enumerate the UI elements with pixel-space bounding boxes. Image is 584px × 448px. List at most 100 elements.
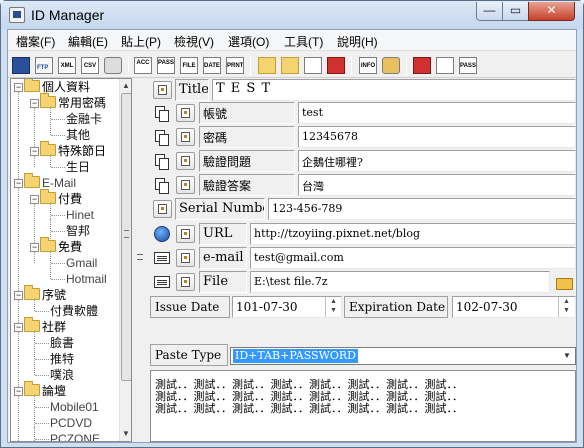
copy-icon[interactable] xyxy=(154,129,170,146)
new-item-icon[interactable] xyxy=(304,57,322,74)
file-list-icon[interactable] xyxy=(154,276,170,288)
tree-item[interactable]: 生日 xyxy=(66,159,90,175)
note-icon[interactable] xyxy=(436,57,454,74)
insert-question-icon[interactable] xyxy=(176,152,195,170)
print-icon[interactable] xyxy=(104,57,122,74)
date-icon[interactable]: DATE xyxy=(203,57,221,74)
url-field[interactable]: http://tzoyiing.pixnet.net/blog xyxy=(250,223,576,245)
maximize-button[interactable]: ▭ xyxy=(502,2,529,21)
scroll-down-arrow-icon[interactable]: ▼ xyxy=(122,429,130,438)
spin-down-icon[interactable]: ▼ xyxy=(326,306,341,315)
new-folder-icon[interactable] xyxy=(258,57,276,74)
serial-number-field[interactable]: 123-456-789 xyxy=(268,198,576,220)
spin-up-icon[interactable]: ▲ xyxy=(326,297,341,306)
chevron-down-icon[interactable]: ▼ xyxy=(560,349,574,363)
tree-folder[interactable]: 常用密碼 xyxy=(40,93,106,111)
spin-down-icon[interactable]: ▼ xyxy=(559,306,574,315)
menu-tools[interactable]: 工具(T) xyxy=(284,33,323,50)
password-field[interactable]: 12345678 xyxy=(298,126,576,148)
tree-item[interactable]: 智邦 xyxy=(66,223,90,239)
acc-list-icon[interactable]: ACC xyxy=(134,57,152,74)
pass-text-icon[interactable]: PASS xyxy=(459,57,477,74)
pass-list-icon[interactable]: PASS xyxy=(157,57,175,74)
window-icon[interactable] xyxy=(413,57,431,74)
tree-item[interactable]: PCDVD xyxy=(50,415,92,431)
copy-icon[interactable] xyxy=(154,153,170,170)
scroll-thumb[interactable] xyxy=(121,93,131,381)
tree-item[interactable]: Mobile01 xyxy=(50,399,99,415)
new-subfolder-icon[interactable] xyxy=(281,57,299,74)
tree-item[interactable]: 噗浪 xyxy=(50,367,74,383)
menu-paste[interactable]: 貼上(P) xyxy=(121,33,161,50)
pane-splitter[interactable] xyxy=(133,78,149,442)
tree-folder[interactable]: 論壇 xyxy=(24,381,66,399)
title-field[interactable]: T E S T xyxy=(212,79,576,101)
menu-view[interactable]: 檢視(V) xyxy=(174,33,214,50)
ftp-upload-icon[interactable]: FTP xyxy=(35,57,53,74)
insert-title-icon[interactable] xyxy=(153,81,172,99)
collapse-toggle[interactable]: − xyxy=(14,291,23,300)
expiration-date-spinner[interactable]: ▲ ▼ xyxy=(558,297,574,317)
security-question-field[interactable]: 企鵝住哪裡? xyxy=(298,150,576,172)
open-folder-icon[interactable] xyxy=(556,278,573,290)
tree-item[interactable]: Gmail xyxy=(66,255,97,271)
tree-item[interactable]: 付費軟體 xyxy=(50,303,98,319)
file-icon[interactable]: FILE xyxy=(180,57,198,74)
scroll-up-arrow-icon[interactable]: ▲ xyxy=(122,81,130,90)
collapse-toggle[interactable]: − xyxy=(14,387,23,396)
menu-options[interactable]: 選項(O) xyxy=(228,33,269,50)
collapse-toggle[interactable]: − xyxy=(14,323,23,332)
collapse-toggle[interactable]: − xyxy=(14,83,23,92)
tree-item[interactable]: 金融卡 xyxy=(66,111,102,127)
insert-url-icon[interactable] xyxy=(176,225,195,243)
collapse-toggle[interactable]: − xyxy=(30,243,39,252)
minimize-button[interactable]: — xyxy=(476,2,503,21)
tree-folder[interactable]: 個人資料 xyxy=(24,79,90,95)
insert-serial-icon[interactable] xyxy=(153,200,172,218)
info-icon[interactable]: INFO xyxy=(359,57,377,74)
tree-folder[interactable]: 付費 xyxy=(40,189,82,207)
tree-item[interactable]: 推特 xyxy=(50,351,74,367)
tree-item[interactable]: Hotmail xyxy=(66,271,107,287)
close-button[interactable]: ✕ xyxy=(528,2,575,21)
csv-export-icon[interactable]: CSV xyxy=(81,57,99,74)
save-icon[interactable] xyxy=(12,57,30,74)
title-bar[interactable]: ID Manager — ▭ ✕ xyxy=(1,1,583,29)
menu-edit[interactable]: 編輯(E) xyxy=(68,33,108,50)
tree-folder[interactable]: 序號 xyxy=(24,285,66,303)
issue-date-spinner[interactable]: ▲ ▼ xyxy=(325,297,341,317)
copy-icon[interactable] xyxy=(154,105,170,122)
insert-answer-icon[interactable] xyxy=(176,176,195,194)
tree-item[interactable]: 臉書 xyxy=(50,335,74,351)
globe-icon[interactable] xyxy=(154,226,170,242)
tree-item[interactable]: PCZONE xyxy=(50,431,100,441)
copy-icon[interactable] xyxy=(154,177,170,194)
insert-account-icon[interactable] xyxy=(176,104,195,122)
tree-folder[interactable]: 免費 xyxy=(40,237,82,255)
paste-type-select[interactable]: ID+TAB+PASSWORD ▼ xyxy=(230,347,576,365)
key-icon[interactable] xyxy=(382,57,400,74)
tree-folder[interactable]: E-Mail xyxy=(24,173,76,191)
account-field[interactable]: test xyxy=(298,102,576,124)
menu-help[interactable]: 說明(H) xyxy=(337,33,378,50)
xml-export-icon[interactable]: XML xyxy=(58,57,76,74)
file-path-field[interactable]: E:\test file.7z xyxy=(250,271,550,293)
delete-icon[interactable] xyxy=(327,57,345,74)
collapse-toggle[interactable]: − xyxy=(30,195,39,204)
tree-scrollbar[interactable]: ▲ ▼ xyxy=(119,79,131,441)
security-answer-field[interactable]: 台灣 xyxy=(298,174,576,196)
collapse-toggle[interactable]: − xyxy=(30,99,39,108)
collapse-toggle[interactable]: − xyxy=(30,147,39,156)
tree-folder[interactable]: 社群 xyxy=(24,317,66,335)
insert-email-icon[interactable] xyxy=(176,249,195,267)
folder-tree[interactable]: − 個人資料 − 常用密碼 金融卡 其他 − 特殊節日 生日 − E-Mail … xyxy=(10,78,132,442)
insert-file-icon[interactable] xyxy=(176,273,195,291)
email-card-icon[interactable] xyxy=(154,252,170,264)
memo-textarea[interactable]: 測試．．測試．．測試．．測試．．測試．．測試．．測試．．測試．． 測試．．測試．… xyxy=(150,370,576,442)
print-preview-icon[interactable]: PRNT xyxy=(226,57,244,74)
menu-file[interactable]: 檔案(F) xyxy=(16,33,55,50)
insert-password-icon[interactable] xyxy=(176,128,195,146)
email-field[interactable]: test@gmail.com xyxy=(250,247,576,269)
tree-item[interactable]: Hinet xyxy=(66,207,94,223)
spin-up-icon[interactable]: ▲ xyxy=(559,297,574,306)
